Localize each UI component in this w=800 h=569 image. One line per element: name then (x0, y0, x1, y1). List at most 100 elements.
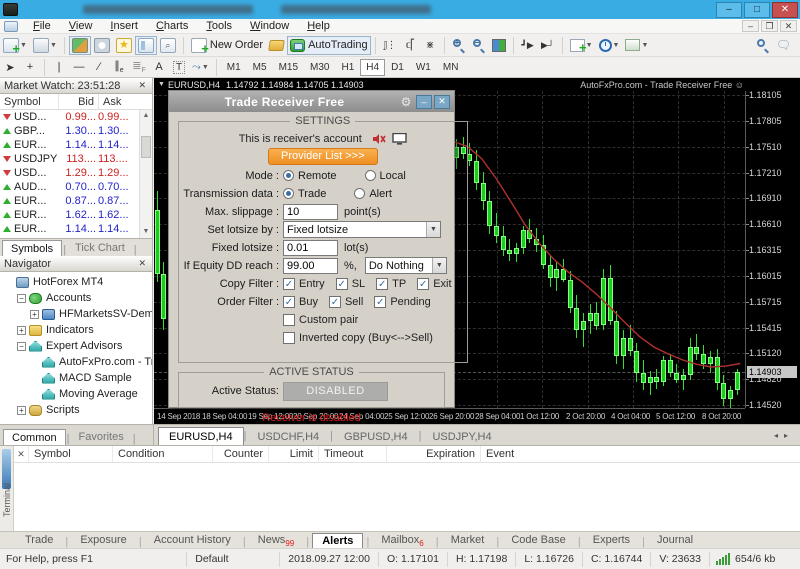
column-bid[interactable]: Bid (58, 94, 98, 109)
menu-insert[interactable]: Insert (101, 19, 147, 34)
equity-dd-input[interactable] (283, 258, 338, 274)
copy-filter-checkbox-exit[interactable]: ✓Exit (417, 278, 451, 290)
dialog-settings-gear-icon[interactable]: ⚙ (398, 95, 414, 109)
chart-tab-usdchf-h4[interactable]: USDCHF,H4 (246, 427, 330, 445)
navigator-toggle-button[interactable]: ★ (113, 36, 135, 55)
tab-tick-chart[interactable]: Tick Chart (67, 240, 133, 256)
scroll-down-icon[interactable]: ▼ (140, 226, 152, 238)
fixed-lotsize-input[interactable] (283, 240, 338, 256)
order-filter-checkbox-sell[interactable]: ✓Sell (329, 296, 363, 308)
terminal-tab-account-history[interactable]: Account History (145, 533, 240, 548)
timeframe-m30[interactable]: M30 (304, 59, 335, 76)
column-symbol[interactable]: Symbol (0, 94, 58, 109)
market-watch-row[interactable]: EUR...0.87...0.87... (0, 194, 152, 208)
line-chart-button[interactable]: ⋇ (420, 36, 440, 55)
chart-shift-button[interactable]: ▶┘ (538, 36, 558, 55)
expand-icon[interactable]: + (30, 310, 39, 319)
chart-tab-gbpusd-h4[interactable]: GBPUSD,H4 (333, 427, 419, 445)
terminal-column-event[interactable]: Event (480, 446, 600, 462)
periods-button[interactable]: ▼ (596, 36, 623, 55)
terminal-toggle-button[interactable] (135, 36, 157, 55)
collapse-icon[interactable]: − (17, 294, 26, 303)
auto-scroll-button[interactable]: ┛▶ (518, 36, 538, 55)
chat-button[interactable]: 🗨 (773, 36, 794, 55)
terminal-tab-experts[interactable]: Experts (584, 533, 639, 548)
price-axis[interactable]: 1.181051.178051.175101.172101.169101.166… (745, 91, 800, 408)
menu-tools[interactable]: Tools (197, 19, 241, 34)
market-watch-row[interactable]: USD...0.99...0.99... (0, 110, 152, 124)
arrows-tool-button[interactable]: ⤳▼ (189, 58, 212, 77)
tree-item-macd-sample[interactable]: MACD Sample (0, 370, 152, 386)
terminal-column-limit[interactable]: Limit (268, 446, 318, 462)
order-filter-checkbox-pending[interactable]: ✓Pending (374, 296, 430, 308)
tab-favorites[interactable]: Favorites (70, 429, 131, 445)
transmission-radio-trade[interactable]: Trade (283, 188, 326, 200)
market-watch-scrollbar[interactable]: ▲ ▼ (139, 110, 152, 238)
expand-icon[interactable]: + (17, 326, 26, 335)
terminal-column-timeout[interactable]: Timeout (318, 446, 386, 462)
indicators-button[interactable]: ▼ (567, 36, 596, 55)
copy-filter-checkbox-sl[interactable]: ✓SL (336, 278, 365, 290)
terminal-column-condition[interactable]: Condition (112, 446, 212, 462)
new-order-button[interactable]: New Order (188, 36, 266, 55)
terminal-close-icon[interactable]: ✕ (14, 449, 28, 460)
dialog-minimize-icon[interactable]: – (416, 95, 432, 109)
menu-charts[interactable]: Charts (147, 19, 197, 34)
tile-windows-button[interactable] (489, 36, 509, 55)
menu-help[interactable]: Help (298, 19, 339, 34)
horizontal-line-tool-button[interactable]: — (69, 58, 89, 77)
connection-status[interactable]: 654/6 kb (710, 553, 800, 565)
slippage-input[interactable] (283, 204, 338, 220)
tab-symbols[interactable]: Symbols (2, 240, 62, 256)
cursor-tool-button[interactable]: ➤ (0, 58, 20, 77)
child-minimize-button[interactable]: – (742, 20, 759, 32)
templates-button[interactable]: ▼ (622, 36, 651, 55)
new-chart-button[interactable]: ▼ (0, 36, 30, 55)
market-watch-row[interactable]: EUR...1.14...1.14... (0, 138, 152, 152)
terminal-column-counter[interactable]: Counter (212, 446, 268, 462)
autotrading-button[interactable]: AutoTrading (287, 36, 371, 55)
tree-item-indicators[interactable]: +Indicators (0, 322, 152, 338)
lotsize-by-select[interactable]: Fixed lotsize ▼ (283, 221, 441, 238)
tab-common[interactable]: Common (3, 429, 66, 445)
terminal-column-symbol[interactable]: Symbol (28, 446, 112, 462)
tree-item-accounts[interactable]: −Accounts (0, 290, 152, 306)
market-watch-row[interactable]: AUD...0.70...0.70... (0, 180, 152, 194)
column-ask[interactable]: Ask (98, 94, 124, 109)
tree-item-hotforex-mt4[interactable]: HotForex MT4 (0, 274, 152, 290)
channel-tool-button[interactable]: ∥e (109, 58, 129, 77)
terminal-tab-trade[interactable]: Trade (16, 533, 62, 548)
vertical-line-tool-button[interactable]: | (49, 58, 69, 77)
market-watch-row[interactable]: USDJPY113....113.... (0, 152, 152, 166)
terminal-side-strip[interactable]: Terminal (0, 446, 14, 531)
terminal-tab-mailbox[interactable]: Mailbox6 (372, 533, 432, 548)
mode-radio-remote[interactable]: Remote (283, 170, 337, 182)
tree-item-expert-advisors[interactable]: −Expert Advisors (0, 338, 152, 354)
market-watch-toggle-button[interactable] (69, 36, 91, 55)
bar-chart-button[interactable]: 𝕁⋮ (380, 36, 400, 55)
inverted-copy-checkbox[interactable]: Inverted copy (Buy<-->Sell) (283, 332, 433, 344)
menu-view[interactable]: View (60, 19, 102, 34)
tree-item-scripts[interactable]: +Scripts (0, 402, 152, 418)
timeframe-w1[interactable]: W1 (410, 59, 437, 76)
text-tool-button[interactable]: A (149, 58, 169, 77)
trendline-tool-button[interactable]: ∕ (89, 58, 109, 77)
text-label-tool-button[interactable]: T (169, 58, 189, 77)
search-button[interactable] (753, 36, 773, 55)
tree-item-moving-average[interactable]: Moving Average (0, 386, 152, 402)
mode-radio-local[interactable]: Local (365, 170, 406, 182)
expand-icon[interactable]: + (17, 406, 26, 415)
transmission-radio-alert[interactable]: Alert (354, 188, 392, 200)
terminal-tab-code-base[interactable]: Code Base (502, 533, 574, 548)
fibonacci-tool-button[interactable]: ≣F (129, 58, 149, 77)
tree-item-hfmarketssv-demo[interactable]: +HFMarketsSV-Demo (0, 306, 152, 322)
terminal-tab-market[interactable]: Market (442, 533, 494, 548)
custom-pair-checkbox[interactable]: Custom pair (283, 314, 358, 326)
dropdown-arrow-icon[interactable]: ▼ (426, 222, 440, 237)
expert-advisors-button[interactable] (266, 36, 287, 55)
dropdown-arrow-icon[interactable]: ▼ (432, 258, 446, 273)
terminal-tab-journal[interactable]: Journal (648, 533, 702, 548)
status-profile[interactable]: Default (187, 553, 279, 565)
scroll-up-icon[interactable]: ▲ (140, 110, 152, 122)
zoom-in-button[interactable]: + (449, 36, 469, 55)
